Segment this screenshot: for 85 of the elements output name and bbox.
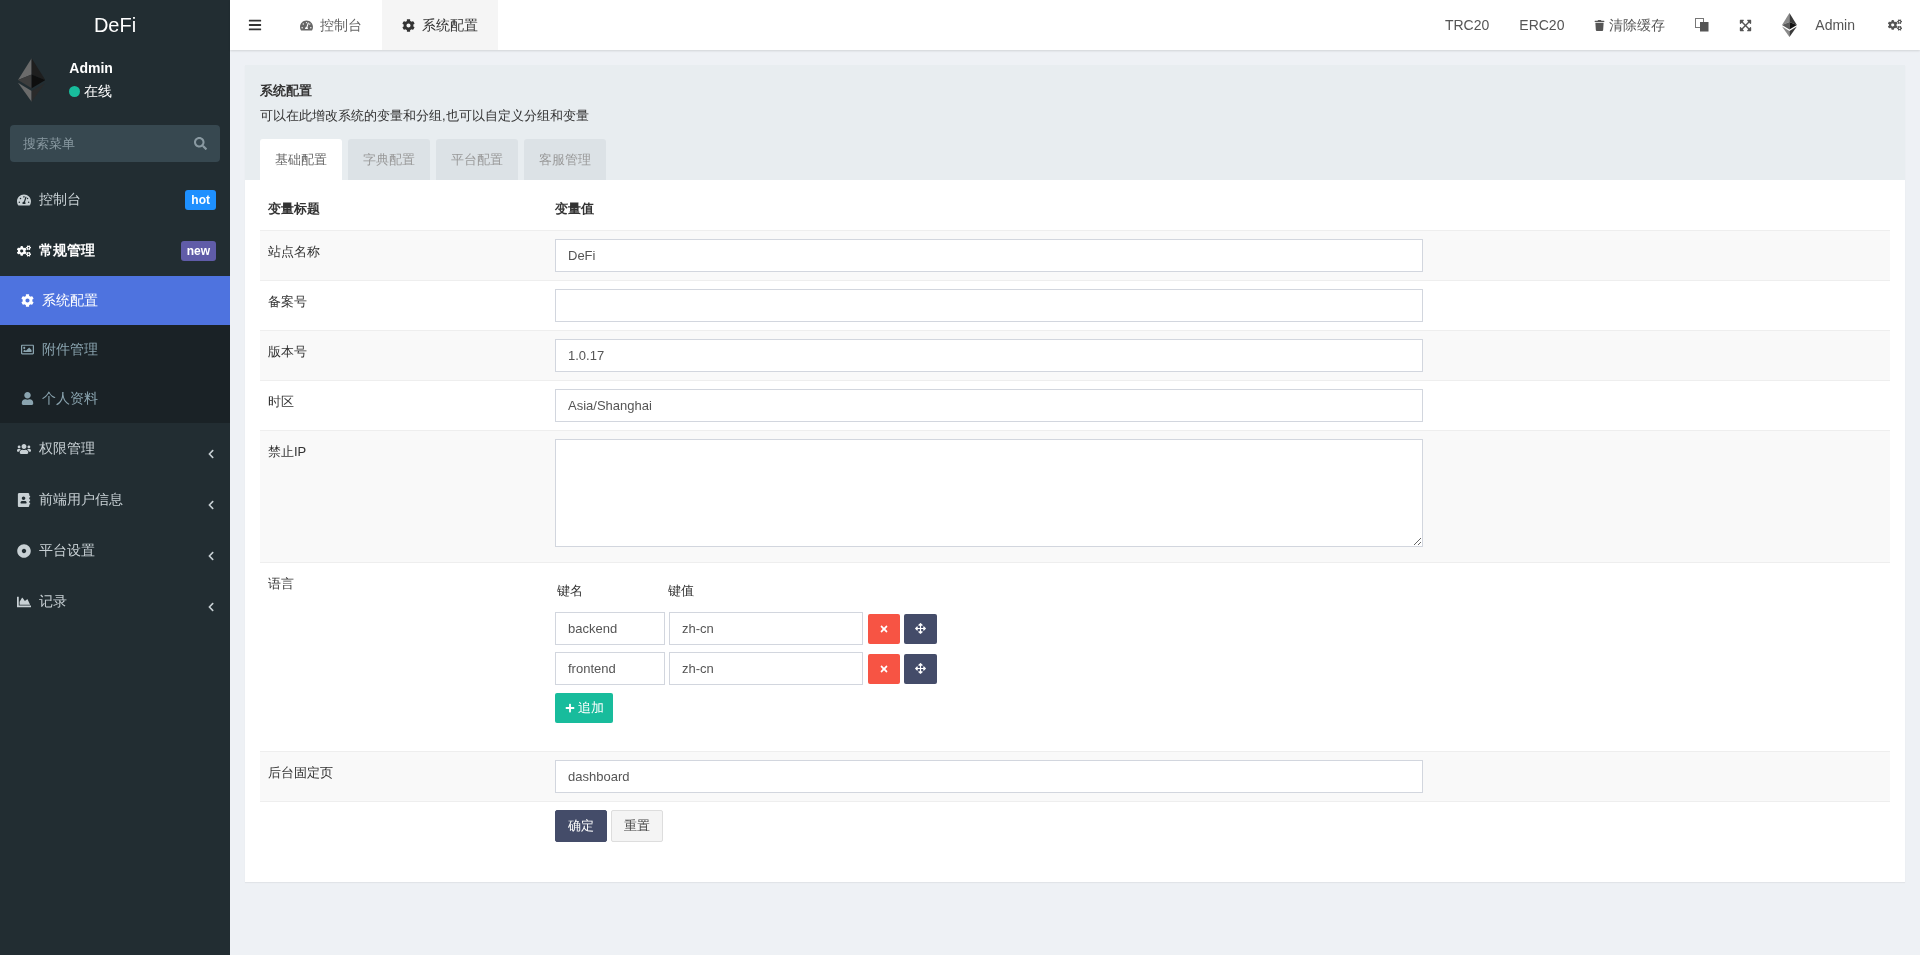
field-label: 禁止IP [267,443,308,461]
user-status: 在线 [84,82,113,101]
value-field[interactable]: zh-cn [669,652,863,685]
drag-button[interactable] [904,613,937,644]
text-field[interactable]: 1.0.17 [555,339,1423,372]
menu-label: 记录 [39,592,68,611]
column-label: 键名 [556,582,584,600]
submenu-label: 附件管理 [42,340,98,359]
gears-icon[interactable] [1888,18,1902,32]
field-label: 语言 [267,575,295,593]
page-tab[interactable]: 控制台 [280,0,382,50]
panel-title: 系统配置 [260,82,313,100]
drag-button[interactable] [904,653,937,684]
menu-label: 平台设置 [39,541,96,560]
menu-label: 权限管理 [39,439,96,458]
menu-icon[interactable] [248,18,262,32]
text-field[interactable]: dashboard [555,760,1423,793]
panel-description: 可以在此增改系统的变量和分组,也可以自定义分组和变量 [260,106,590,125]
menu-item[interactable]: 常规管理 new [0,225,230,276]
menu-item[interactable]: 权限管理 [0,423,230,474]
move-icon [915,623,926,634]
field-label: 备案号 [267,293,308,311]
chevron-icon [206,448,216,459]
submenu-item[interactable]: 附件管理 [0,325,230,374]
config-tab[interactable]: 基础配置 [260,139,342,180]
dashboard-icon [17,192,31,207]
menu-item[interactable]: 记录 [0,576,230,627]
submenu-label: 系统配置 [42,291,98,310]
field-label: 版本号 [267,343,308,361]
menu-label: 常规管理 [39,241,96,260]
close-icon [879,663,889,674]
chevron-icon [206,601,216,612]
text-field[interactable]: Asia/Shanghai [555,389,1423,422]
user-icon [21,392,34,405]
gear-icon [402,18,415,32]
chevron-icon [206,499,216,510]
top-link[interactable]: ERC20 [1504,14,1580,36]
move-icon [915,663,926,674]
field-label: 后台固定页 [267,764,334,782]
menu-item[interactable]: 前端用户信息 [0,474,230,525]
dashboard-icon [300,18,313,32]
submenu-item[interactable]: 系统配置 [0,276,230,325]
search-field[interactable]: 搜索菜单 [10,125,220,162]
user-name: Admin [69,59,113,78]
menu-label: 前端用户信息 [39,490,124,509]
fullscreen-icon[interactable] [1739,18,1753,32]
gear-icon [21,294,34,307]
target-icon [17,543,31,558]
app-logo: DeFi [93,13,137,38]
close-icon [879,623,889,634]
menu-badge: hot [185,189,216,210]
menu-badge: new [180,240,216,261]
contact-card-icon [17,492,31,507]
text-field[interactable]: DeFi [555,239,1423,272]
column-label: 键值 [668,582,694,600]
ethereum-logo-icon [18,58,46,102]
key-field[interactable]: frontend [555,652,665,685]
field-label: 时区 [267,393,295,411]
submit-button[interactable]: 确定 [555,810,607,842]
submenu-label: 个人资料 [42,389,98,408]
key-field[interactable]: backend [555,612,665,645]
top-link[interactable]: TRC20 [1429,14,1505,36]
field-label: 站点名称 [267,243,321,261]
menu-label: 控制台 [39,190,82,209]
clear-cache-link[interactable]: 清除缓存 [1579,14,1681,36]
image-icon [21,343,34,356]
chevron-icon [206,550,216,561]
page-tab[interactable]: 系统配置 [382,0,498,50]
plus-icon [564,703,575,713]
search-icon [194,137,207,150]
value-field[interactable]: zh-cn [669,612,863,645]
column-header: 变量标题 [267,200,321,219]
users-icon [17,441,31,456]
user-menu[interactable]: Admin [1815,14,1855,36]
trash-icon [1594,19,1606,31]
menu-item[interactable]: 控制台 hot [0,174,230,225]
gears-icon [17,243,31,258]
submenu-item[interactable]: 个人资料 [0,374,230,423]
menu-item[interactable]: 平台设置 [0,525,230,576]
text-field[interactable] [555,289,1423,322]
area-chart-icon [17,594,31,609]
reset-button[interactable]: 重置 [611,810,663,842]
column-header: 变量值 [555,200,594,219]
ethereum-logo-icon [1782,13,1798,37]
translate-icon[interactable] [1695,18,1710,32]
